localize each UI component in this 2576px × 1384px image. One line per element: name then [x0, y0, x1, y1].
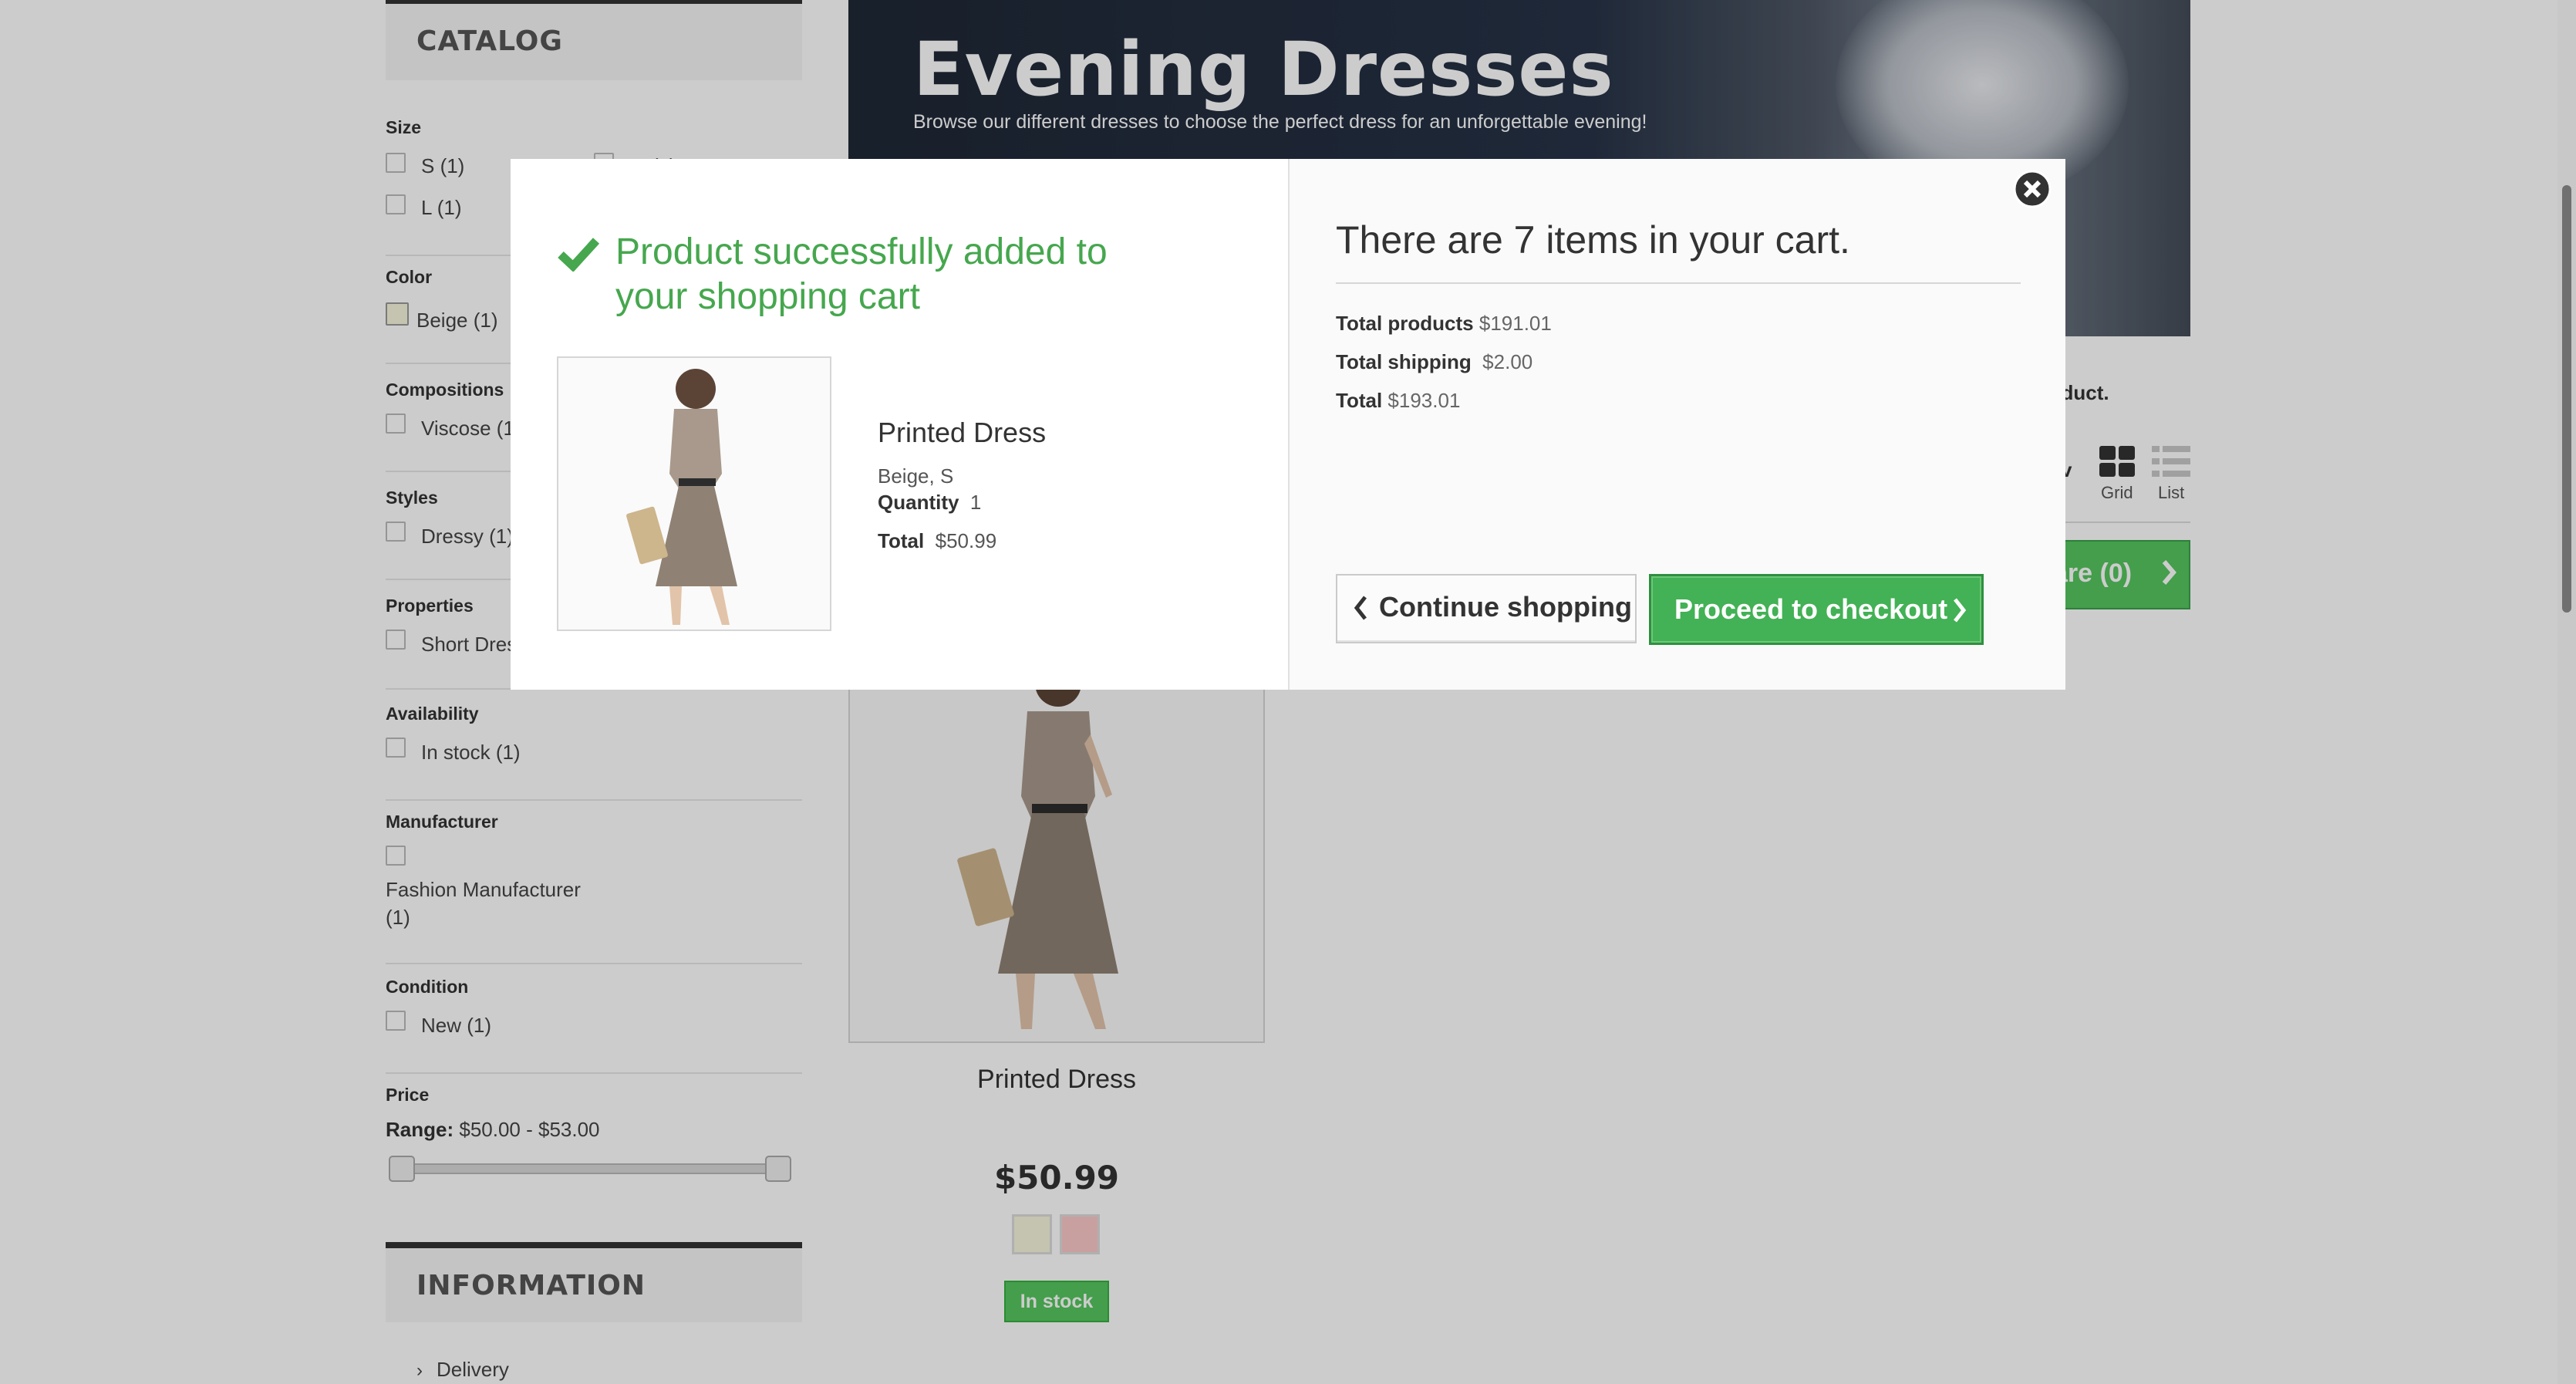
- continue-shopping-label: Continue shopping: [1379, 591, 1632, 623]
- modal-product-image: [557, 356, 831, 631]
- add-to-cart-modal: Product successfully added to your shopp…: [511, 159, 2065, 690]
- chevron-right-icon: [1952, 596, 1967, 628]
- modal-line-total: Total $50.99: [878, 529, 996, 553]
- total-shipping-value: $2.00: [1482, 350, 1533, 373]
- modal-product-panel: Product successfully added to your shopp…: [511, 159, 1288, 690]
- total-shipping-label: Total shipping: [1336, 350, 1472, 373]
- chevron-left-icon: [1353, 594, 1368, 626]
- continue-shopping-button[interactable]: Continue shopping: [1336, 574, 1637, 643]
- proceed-to-checkout-label: Proceed to checkout: [1674, 593, 1948, 625]
- modal-quantity-label: Quantity: [878, 491, 959, 514]
- modal-product-name: Printed Dress: [878, 417, 1047, 448]
- dress-thumbnail: [558, 358, 830, 630]
- success-message: Product successfully added to your shopp…: [615, 231, 1108, 317]
- total-products-value: $191.01: [1479, 312, 1552, 335]
- grand-total-value: $193.01: [1387, 389, 1461, 412]
- grand-total-label: Total: [1336, 389, 1383, 412]
- modal-product-attributes: Beige, S: [878, 464, 954, 488]
- modal-quantity-value: 1: [969, 491, 982, 514]
- modal-line-total-value: $50.99: [935, 529, 997, 552]
- total-shipping-row: Total shipping $2.00: [1336, 350, 1532, 374]
- cart-items-title: There are 7 items in your cart.: [1336, 218, 1850, 262]
- modal-quantity: Quantity 1: [878, 491, 981, 515]
- divider: [1336, 282, 2021, 284]
- total-products-row: Total products $191.01: [1336, 312, 1552, 336]
- total-products-label: Total products: [1336, 312, 1474, 335]
- checkmark-icon: [557, 236, 600, 275]
- modal-line-total-label: Total: [878, 529, 925, 552]
- grand-total-row: Total $193.01: [1336, 389, 1460, 413]
- close-icon[interactable]: [2013, 170, 2052, 208]
- proceed-to-checkout-button[interactable]: Proceed to checkout: [1649, 574, 1984, 645]
